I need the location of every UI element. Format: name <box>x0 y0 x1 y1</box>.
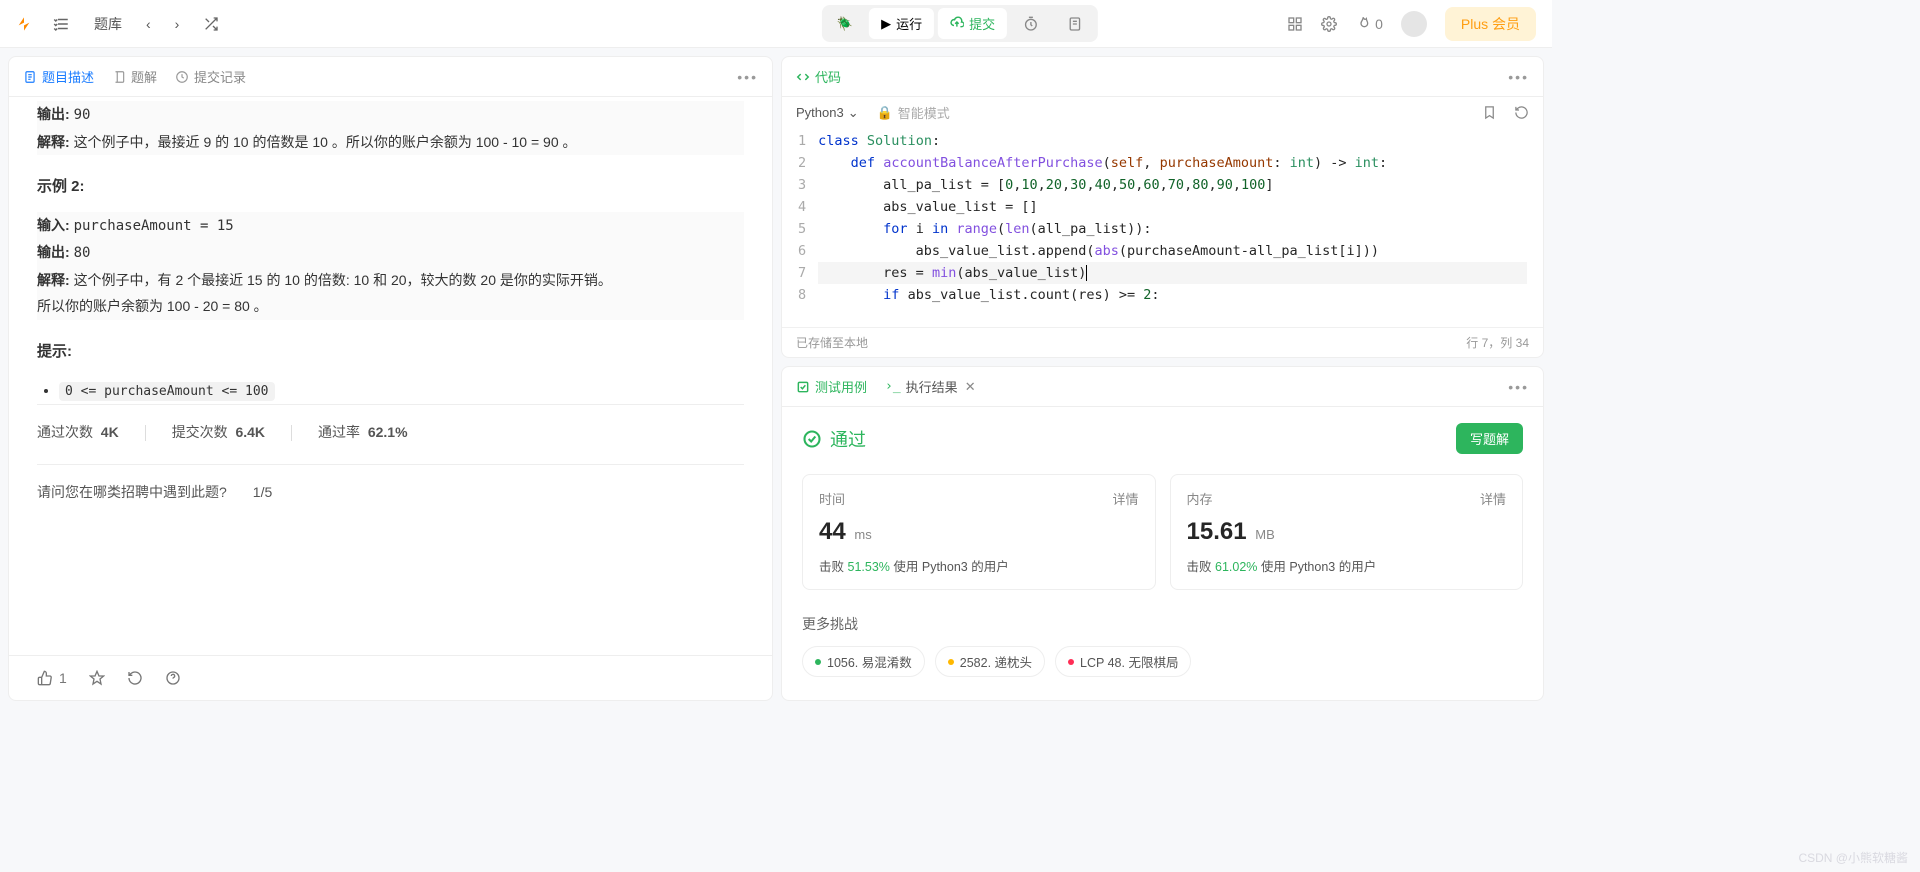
like-button[interactable]: 1 <box>37 670 67 686</box>
list-toggle-icon[interactable] <box>48 11 74 37</box>
language-select[interactable]: Python3 ⌄ <box>796 105 859 121</box>
metric-memory: 内存详情 15.61 MB 击败 61.02% 使用 Python3 的用户 <box>1170 474 1524 590</box>
bookmark-icon[interactable] <box>1481 105 1497 121</box>
code-editor[interactable]: 12345678 class Solution: def accountBala… <box>782 128 1543 327</box>
result-more-icon[interactable]: ••• <box>1508 379 1529 395</box>
tab-description[interactable]: 题目描述 <box>23 67 94 86</box>
save-status: 已存储至本地 <box>796 334 868 351</box>
nav-next-icon[interactable]: › <box>171 12 184 36</box>
fire-counter[interactable]: 0 <box>1355 16 1383 32</box>
time-detail-link[interactable]: 详情 <box>1112 489 1138 508</box>
reset-icon[interactable] <box>1513 105 1529 121</box>
hints-heading: 提示: <box>37 338 744 367</box>
timer-button[interactable] <box>1011 10 1051 38</box>
plus-member-button[interactable]: Plus 会员 <box>1445 7 1536 41</box>
feedback-row: 请问您在哪类招聘中遇到此题? 1/5 <box>37 464 744 520</box>
panel-more-icon[interactable]: ••• <box>737 69 758 85</box>
code-panel: 代码 ••• Python3 ⌄ 🔒智能模式 12345678 class So… <box>781 56 1544 358</box>
cloud-up-icon <box>950 15 964 32</box>
run-button[interactable]: ▶运行 <box>869 8 934 39</box>
description-body[interactable]: 输出: 90 解释: 这个例子中，最接近 9 的 10 的倍数是 10 。所以你… <box>9 97 772 655</box>
bug-icon: 🪲 <box>837 16 853 32</box>
notes-button[interactable] <box>1055 10 1095 38</box>
help-icon[interactable] <box>165 670 181 686</box>
challenge-chip[interactable]: LCP 48. 无限棋局 <box>1055 646 1191 677</box>
logo-icon[interactable] <box>16 16 32 32</box>
retry-icon[interactable] <box>127 670 143 686</box>
description-panel: 题目描述 题解 提交记录 ••• 输出: 90 解释: 这个例子中，最接近 9 … <box>8 56 773 701</box>
terminal-icon: ›_ <box>885 379 901 394</box>
tab-code[interactable]: 代码 <box>796 67 841 86</box>
more-challenges-heading: 更多挑战 <box>802 614 1523 634</box>
difficulty-dot <box>948 659 954 665</box>
avatar[interactable] <box>1401 11 1427 37</box>
stats-row: 通过次数 4K 提交次数 6.4K 通过率 62.1% <box>37 404 744 460</box>
challenge-chip[interactable]: 2582. 递枕头 <box>935 646 1045 677</box>
close-icon[interactable]: ✕ <box>965 379 976 395</box>
topbar: 题库 ‹ › 🪲 ▶运行 提交 0 Plus 会员 <box>0 0 1552 48</box>
constraint: 0 <= purchaseAmount <= 100 <box>59 382 275 401</box>
star-icon[interactable] <box>89 670 105 686</box>
result-panel: 测试用例 ›_执行结果✕ ••• 通过 写题解 时间详情 44 ms 击败 51… <box>781 366 1544 701</box>
tab-submissions[interactable]: 提交记录 <box>175 67 246 86</box>
code-more-icon[interactable]: ••• <box>1508 69 1529 85</box>
cursor-position: 行 7，列 34 <box>1466 334 1529 351</box>
pass-badge: 通过 <box>802 426 866 452</box>
settings-icon[interactable] <box>1321 16 1337 32</box>
nav-problems[interactable]: 题库 <box>90 10 126 38</box>
tab-result[interactable]: ›_执行结果✕ <box>885 377 976 396</box>
smart-mode[interactable]: 🔒智能模式 <box>877 103 950 122</box>
example2-heading: 示例 2: <box>37 173 744 202</box>
metric-time: 时间详情 44 ms 击败 51.53% 使用 Python3 的用户 <box>802 474 1156 590</box>
write-solution-button[interactable]: 写题解 <box>1456 423 1523 454</box>
watermark: CSDN @小熊软糖酱 <box>1798 849 1908 866</box>
challenge-chip[interactable]: 1056. 易混淆数 <box>802 646 925 677</box>
chevron-down-icon: ⌄ <box>848 105 859 121</box>
shuffle-icon[interactable] <box>199 12 223 36</box>
debug-button[interactable]: 🪲 <box>825 10 865 38</box>
tab-solution[interactable]: 题解 <box>112 67 157 86</box>
mem-detail-link[interactable]: 详情 <box>1480 489 1506 508</box>
difficulty-dot <box>1068 659 1074 665</box>
submit-button[interactable]: 提交 <box>938 8 1007 39</box>
tab-testcase[interactable]: 测试用例 <box>796 377 867 396</box>
play-icon: ▶ <box>881 16 891 32</box>
lock-icon: 🔒 <box>877 105 893 121</box>
description-footer: 1 <box>9 655 772 700</box>
layout-icon[interactable] <box>1287 16 1303 32</box>
nav-prev-icon[interactable]: ‹ <box>142 12 155 36</box>
difficulty-dot <box>815 659 821 665</box>
